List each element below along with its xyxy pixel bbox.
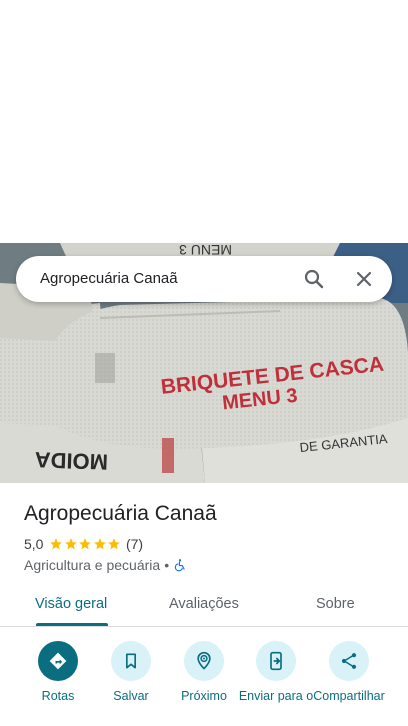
- save-button[interactable]: Salvar: [91, 641, 171, 703]
- nearby-icon: [197, 651, 211, 670]
- nearby-label: Próximo: [181, 689, 227, 703]
- rating-value: 5,0: [24, 536, 44, 552]
- nearby-button[interactable]: Próximo: [164, 641, 244, 703]
- send-to-phone-label: Enviar para o: [238, 689, 314, 703]
- tabs-divider: [0, 626, 408, 627]
- reviews-count[interactable]: (7): [126, 536, 143, 552]
- star-icon: [108, 538, 121, 550]
- send-to-phone-icon: [270, 651, 282, 671]
- star-icon: [79, 538, 92, 550]
- search-icon[interactable]: [302, 267, 326, 291]
- tab-overview[interactable]: Visão geral: [35, 596, 107, 612]
- share-label: Compartilhar: [313, 689, 385, 703]
- rating-row[interactable]: 5,0 (7): [24, 536, 143, 552]
- wheelchair-icon: [174, 559, 185, 572]
- category-row: Agricultura e pecuária •: [24, 557, 187, 573]
- place-title: Agropecuária Canaã: [24, 502, 217, 525]
- separator-dot: •: [164, 557, 170, 573]
- tab-about[interactable]: Sobre: [316, 596, 355, 612]
- save-label: Salvar: [113, 689, 149, 703]
- share-icon: [341, 653, 357, 669]
- tab-reviews[interactable]: Avaliações: [169, 596, 239, 612]
- place-category: Agricultura e pecuária: [24, 557, 161, 573]
- star-icon: [65, 538, 77, 550]
- share-button[interactable]: Compartilhar: [309, 641, 389, 703]
- directions-label: Rotas: [41, 689, 75, 703]
- search-bar[interactable]: Agropecuária Canaã: [16, 256, 392, 302]
- send-to-phone-button[interactable]: Enviar para o: [236, 641, 316, 703]
- rating-stars: [49, 537, 122, 551]
- directions-icon: [49, 652, 67, 670]
- search-query[interactable]: Agropecuária Canaã: [40, 270, 178, 287]
- photo-left-bag-text: MOIDA: [34, 447, 108, 475]
- bookmark-icon: [126, 653, 136, 669]
- close-icon[interactable]: [352, 267, 376, 291]
- star-icon: [94, 538, 106, 550]
- star-icon: [50, 538, 63, 550]
- tab-bar: Visão geral Avaliações Sobre: [0, 585, 408, 627]
- directions-button[interactable]: Rotas: [18, 641, 98, 703]
- map-blank-area: [0, 0, 408, 243]
